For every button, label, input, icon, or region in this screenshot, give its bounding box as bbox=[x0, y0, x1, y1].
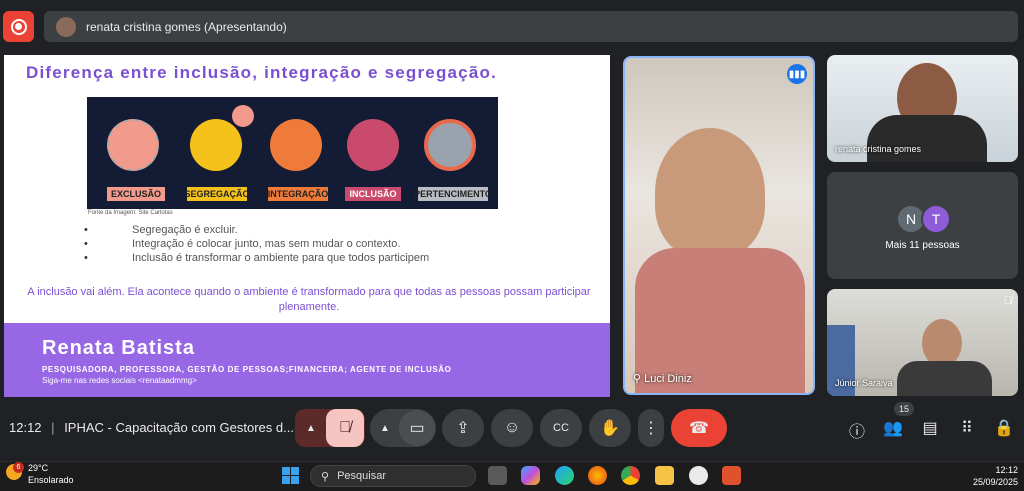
weather-desc: Ensolarado bbox=[28, 475, 74, 485]
record-icon bbox=[10, 18, 27, 35]
chat-icon[interactable]: ▤ bbox=[919, 418, 941, 438]
slide-footer: Renata Batista PESQUISADORA, PROFESSORA,… bbox=[4, 323, 610, 397]
presenting-label: renata cristina gomes (Apresentando) bbox=[86, 19, 287, 34]
banner-label-segregacao: SEGREGAÇÃO bbox=[184, 187, 250, 201]
participant-name: Júnior Saraiva bbox=[835, 378, 893, 388]
slide-paragraph: A inclusão vai além. Ela acontece quando… bbox=[27, 286, 591, 313]
hand-icon: ✋ bbox=[600, 420, 620, 437]
meeting-title: IPHAC - Capacitação com Gestores d... bbox=[64, 420, 294, 435]
video-feed-body bbox=[867, 115, 987, 162]
presenter-roles: PESQUISADORA, PROFESSORA, GESTÃO DE PESS… bbox=[42, 365, 452, 374]
activities-icon[interactable]: ⠿ bbox=[956, 418, 978, 438]
video-feed-body bbox=[897, 361, 992, 396]
presenting-bar[interactable]: renata cristina gomes (Apresentando) bbox=[44, 11, 1018, 42]
mic-options-chevron-icon[interactable]: ▲ bbox=[296, 423, 326, 434]
camera-button-group: ▲ ▭ bbox=[370, 409, 436, 447]
participant-tile-junior[interactable]: 🎙̸ Júnior Saraiva bbox=[827, 289, 1018, 396]
meeting-time: 12:12 bbox=[9, 420, 42, 435]
participant-name: ⚲ Luci Diniz bbox=[633, 373, 692, 385]
speaking-indicator-icon: ▮▮▮ bbox=[787, 64, 807, 84]
edge-icon[interactable] bbox=[555, 466, 574, 485]
present-screen-icon: ⇪ bbox=[456, 420, 470, 437]
firefox-icon[interactable] bbox=[588, 466, 607, 485]
emoji-icon: ☺ bbox=[503, 419, 521, 436]
mic-button-group: ▲ 🎙̸ bbox=[295, 409, 365, 447]
pertencimento-circle bbox=[424, 119, 476, 171]
hangup-icon: ☎ bbox=[689, 420, 709, 437]
more-people-tile[interactable]: N T Mais 11 pessoas bbox=[827, 172, 1018, 279]
banner-label-integracao: INTEGRAÇÃO bbox=[267, 187, 329, 201]
participant-name: renata cristina gomes bbox=[835, 144, 922, 154]
segregacao-small-circle bbox=[232, 105, 254, 127]
exclusao-circle bbox=[107, 119, 159, 171]
camera-icon[interactable]: ▭ bbox=[399, 410, 435, 446]
task-view-icon[interactable] bbox=[488, 466, 507, 485]
file-explorer-icon[interactable] bbox=[655, 466, 674, 485]
list-item: Integração é colocar junto, mas sem muda… bbox=[84, 237, 429, 251]
raise-hand-button[interactable]: ✋ bbox=[589, 409, 631, 447]
camera-options-chevron-icon[interactable]: ▲ bbox=[371, 423, 399, 434]
host-controls-icon[interactable]: 🔒 bbox=[993, 418, 1015, 438]
chrome-icon[interactable] bbox=[621, 466, 640, 485]
search-icon: ⚲ bbox=[321, 470, 330, 483]
taskbar-time: 12:12 bbox=[995, 465, 1018, 475]
banner-label-pertencimento: PERTENCIMENTO bbox=[414, 187, 492, 201]
record-button[interactable] bbox=[3, 11, 34, 42]
participant-tile-luci[interactable]: ▮▮▮ ⚲ Luci Diniz bbox=[623, 56, 815, 395]
video-feed bbox=[922, 319, 962, 367]
more-vert-icon: ⋮ bbox=[643, 420, 659, 437]
search-placeholder: Pesquisar bbox=[337, 470, 386, 482]
bullet-list: Segregação é excluir. Integração é coloc… bbox=[84, 223, 429, 265]
avatar: T bbox=[921, 204, 951, 234]
more-people-label: Mais 11 pessoas bbox=[885, 240, 960, 251]
presentation-slide: Diferença entre inclusão, integração e s… bbox=[4, 55, 610, 397]
weather-temp: 29°C bbox=[28, 463, 49, 473]
app-icon[interactable] bbox=[722, 466, 741, 485]
list-item: Segregação é excluir. bbox=[84, 223, 429, 237]
system-clock[interactable]: 12:12 25/09/2025 bbox=[973, 464, 1018, 488]
banner-label-inclusao: INCLUSÃO bbox=[345, 187, 401, 201]
mic-off-icon[interactable]: 🎙̸ bbox=[326, 409, 364, 447]
list-item: Inclusão é transformar o ambiente para q… bbox=[84, 251, 429, 265]
taskbar-date: 25/09/2025 bbox=[972, 477, 1018, 487]
more-options-button[interactable]: ⋮ bbox=[638, 409, 664, 447]
weather-widget[interactable]: 29°C Ensolarado bbox=[28, 462, 74, 486]
slide-title: Diferença entre inclusão, integração e s… bbox=[26, 63, 497, 82]
meeting-info: 12:12 | IPHAC - Capacitação com Gestores… bbox=[9, 420, 294, 435]
pin-icon: ⚲ bbox=[633, 373, 642, 385]
people-icon[interactable]: 👥 bbox=[882, 418, 904, 438]
image-credit: Fonte da Imagem: Site Carlotas bbox=[88, 210, 173, 216]
presenter-social: Siga-me nas redes sociais <renataadmmg> bbox=[42, 376, 197, 385]
people-count-badge: 15 bbox=[894, 402, 914, 416]
captions-icon: CC bbox=[553, 422, 569, 434]
banner-label-exclusao: EXCLUSÃO bbox=[107, 187, 165, 201]
inclusao-circle bbox=[347, 119, 399, 171]
presenter-name: Renata Batista bbox=[42, 337, 195, 359]
copilot-icon[interactable] bbox=[521, 466, 540, 485]
separator: | bbox=[51, 420, 55, 435]
os-taskbar bbox=[0, 461, 1024, 491]
taskbar-search[interactable]: ⚲ Pesquisar bbox=[310, 465, 476, 487]
weather-badge: 6 bbox=[13, 462, 24, 473]
video-feed bbox=[655, 128, 765, 258]
mic-off-icon: 🎙̸ bbox=[1003, 295, 1012, 307]
participant-tile-renata[interactable]: renata cristina gomes bbox=[827, 55, 1018, 162]
inclusion-banner-image: EXCLUSÃO SEGREGAÇÃO INTEGRAÇÃO INCLUSÃO … bbox=[87, 97, 498, 209]
leave-call-button[interactable]: ☎ bbox=[671, 409, 727, 447]
avatar bbox=[56, 16, 76, 37]
integracao-circle bbox=[270, 119, 322, 171]
windows-start-icon[interactable] bbox=[282, 467, 299, 484]
present-screen-button[interactable]: ⇪ bbox=[442, 409, 484, 447]
meeting-details-icon[interactable]: ⓘ bbox=[846, 418, 868, 442]
segregacao-circle bbox=[190, 119, 242, 171]
app-icon[interactable] bbox=[689, 466, 708, 485]
reactions-button[interactable]: ☺ bbox=[491, 409, 533, 447]
captions-button[interactable]: CC bbox=[540, 409, 582, 447]
